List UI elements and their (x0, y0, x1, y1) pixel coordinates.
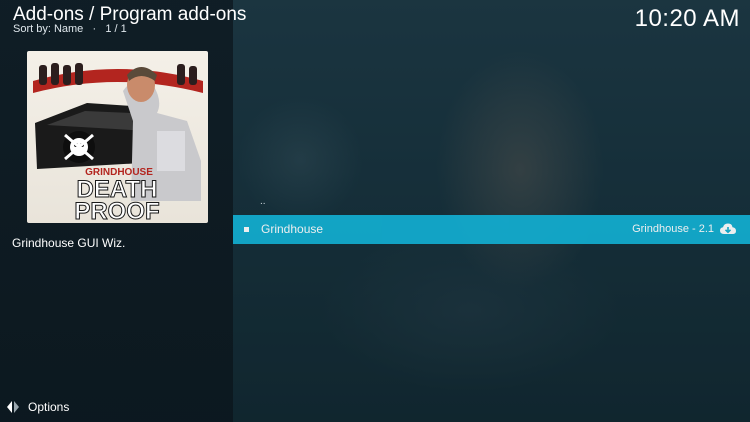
selection-bullet-icon (244, 227, 249, 232)
parent-folder-item[interactable]: .. (260, 196, 266, 207)
addon-description: Grindhouse GUI Wiz. (12, 236, 126, 250)
list-item-version: Grindhouse - 2.1 (632, 223, 714, 235)
sort-info: Sort by: Name · 1 / 1 (13, 23, 127, 35)
poster-art: GRINDHOUSE DEATH PROOF (27, 51, 208, 223)
options-label: Options (28, 400, 70, 414)
list-area-tint (233, 0, 750, 422)
separator-dot: · (92, 23, 97, 35)
addon-poster: GRINDHOUSE DEATH PROOF (27, 51, 208, 223)
options-arrows-icon (7, 401, 19, 413)
list-item[interactable]: Grindhouse Grindhouse - 2.1 (233, 215, 750, 244)
clock: 10:20 AM (634, 5, 740, 32)
sort-label: Sort by: Name (13, 23, 84, 35)
options-button[interactable]: Options (6, 399, 69, 415)
cloud-download-icon (720, 223, 736, 234)
list-item-label: Grindhouse (261, 222, 324, 236)
page-count: 1 / 1 (105, 23, 127, 35)
poster-title-line2: PROOF (74, 198, 159, 223)
